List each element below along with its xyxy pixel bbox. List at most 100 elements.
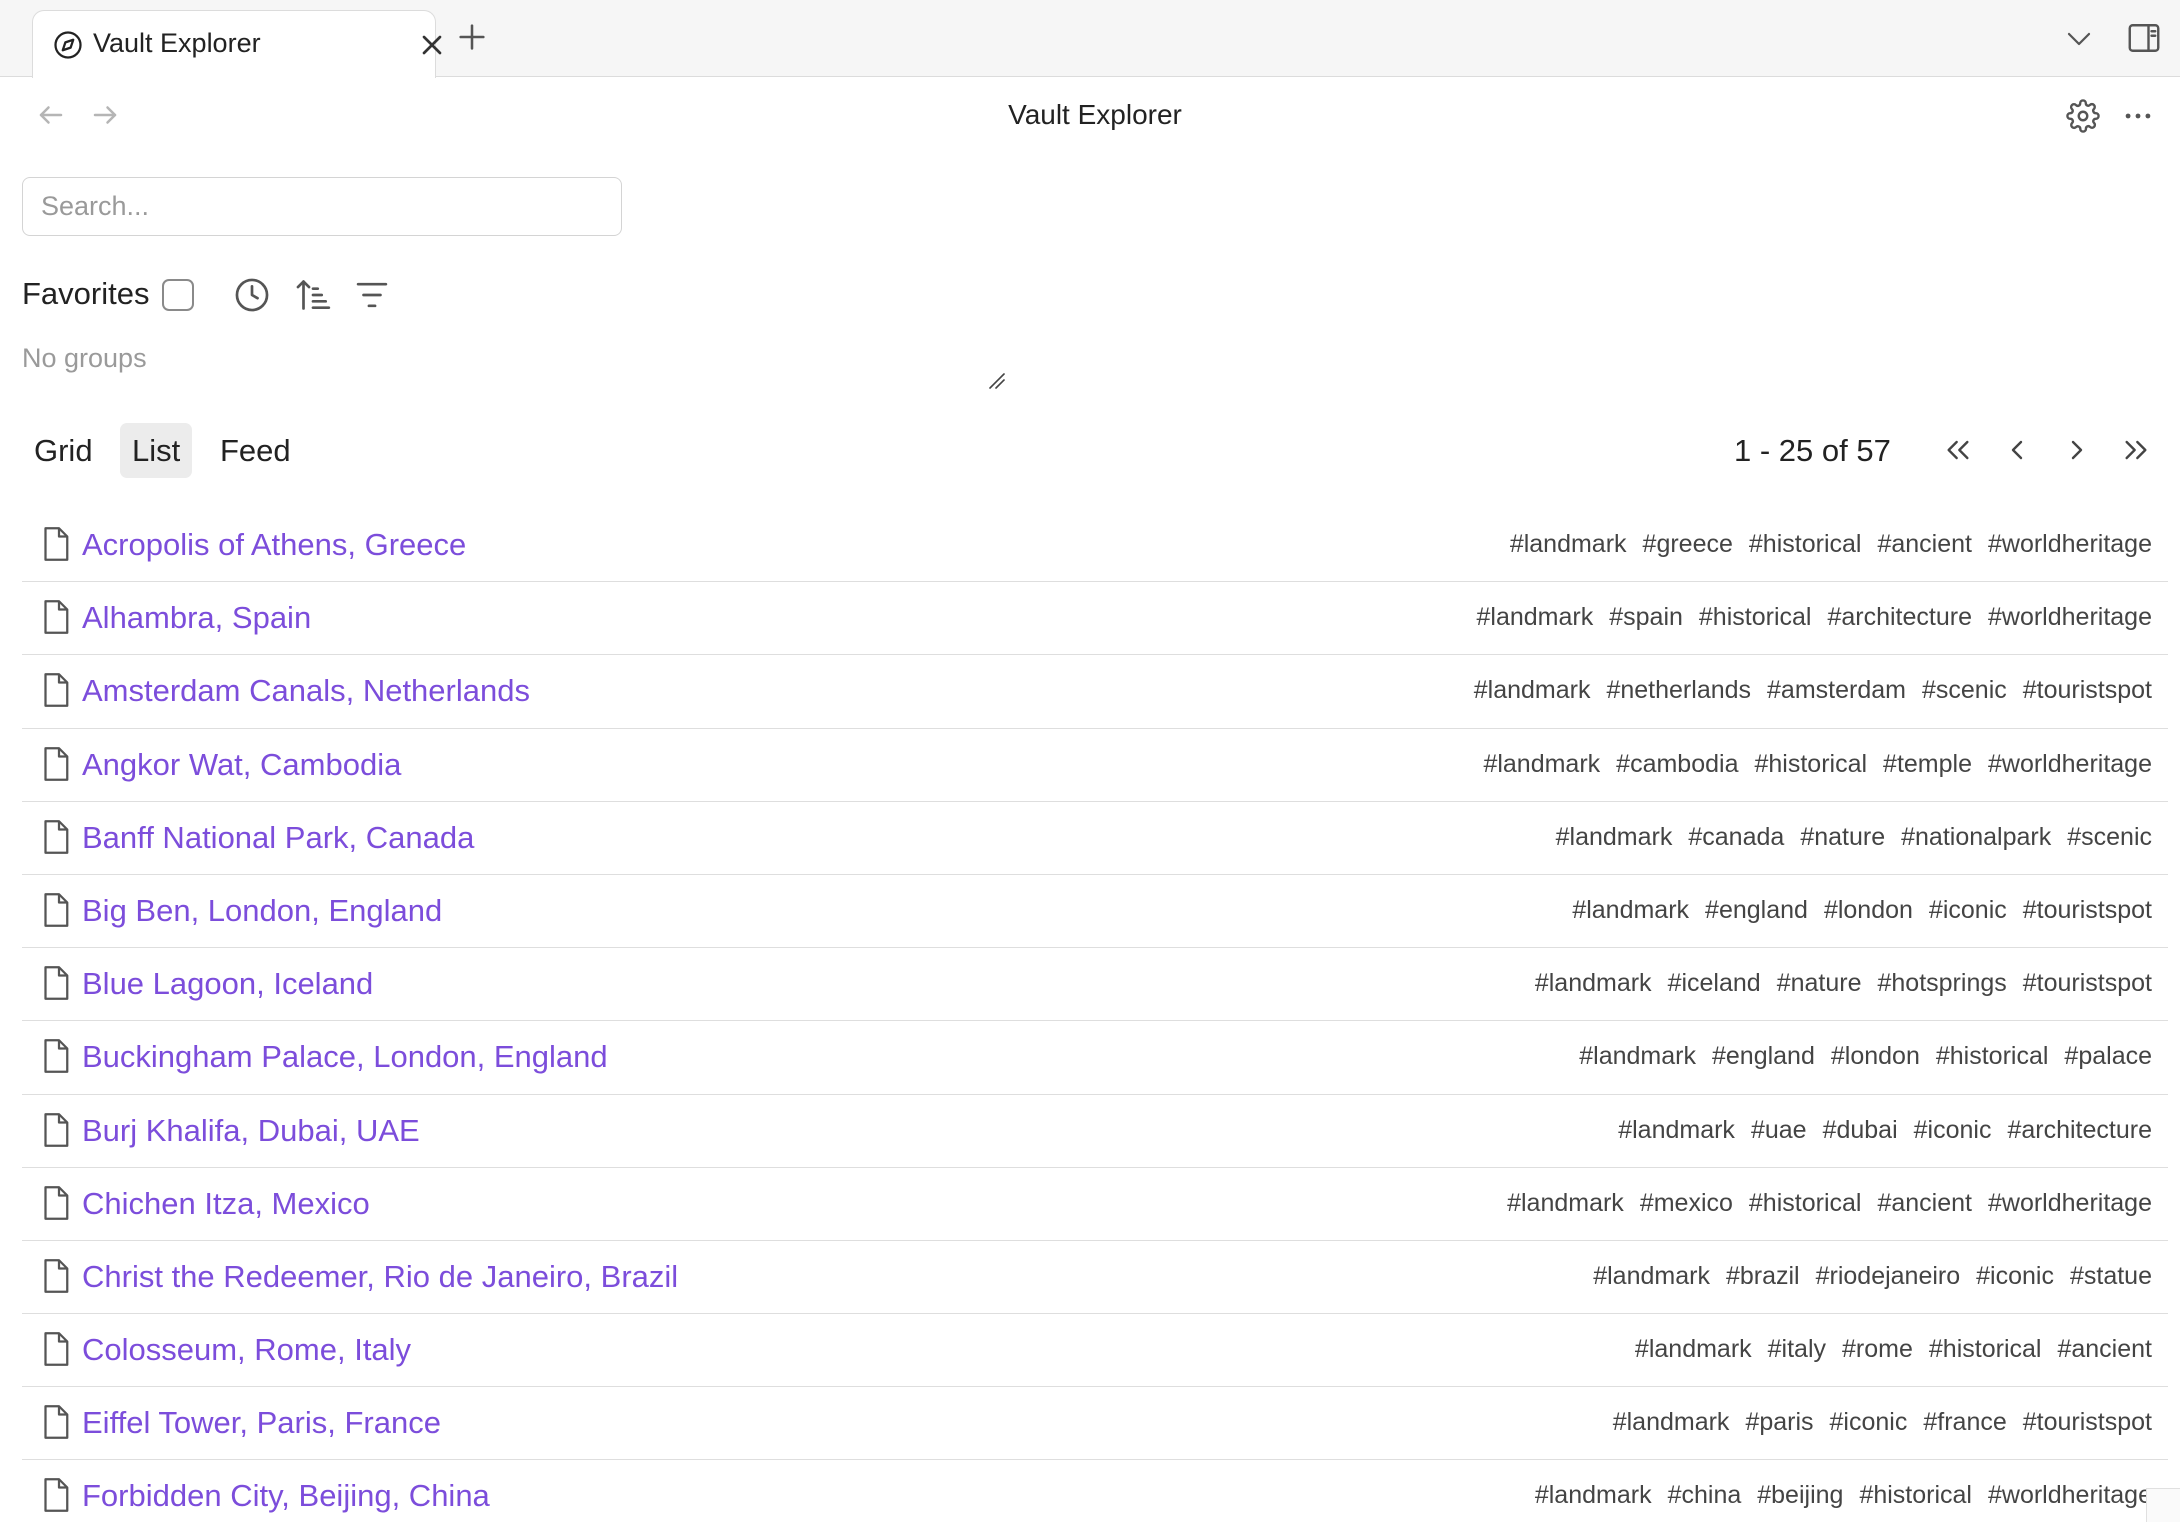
tab-vault-explorer[interactable]: Vault Explorer [32,10,442,78]
tag[interactable]: #scenic [1922,676,2007,705]
tag[interactable]: #mexico [1640,1189,1733,1218]
plus-icon[interactable] [455,20,489,54]
tag[interactable]: #landmark [1483,750,1600,779]
tag[interactable]: #worldheritage [1988,750,2152,779]
note-title-link[interactable]: Acropolis of Athens, Greece [82,527,466,563]
close-icon[interactable] [416,29,448,61]
tag[interactable]: #worldheritage [1988,530,2152,559]
note-title-link[interactable]: Big Ben, London, England [82,893,442,929]
tag[interactable]: #dubai [1823,1116,1898,1145]
tag[interactable]: #hotsprings [1878,969,2007,998]
tag[interactable]: #ancient [2057,1335,2152,1364]
tag[interactable]: #iconic [1830,1408,1908,1437]
note-title-link[interactable]: Buckingham Palace, London, England [82,1039,608,1075]
tag[interactable]: #iconic [1914,1116,1992,1145]
tag[interactable]: #nature [1777,969,1862,998]
note-title-link[interactable]: Alhambra, Spain [82,600,311,636]
search-input[interactable] [22,177,622,236]
tag[interactable]: #historical [1936,1042,2049,1071]
tag[interactable]: #england [1705,896,1808,925]
tag[interactable]: #landmark [1635,1335,1752,1364]
tag[interactable]: #landmark [1572,896,1689,925]
tag[interactable]: #landmark [1477,603,1594,632]
gear-icon[interactable] [2066,99,2100,133]
tag[interactable]: #nature [1800,823,1885,852]
tag[interactable]: #cambodia [1616,750,1738,779]
tag[interactable]: #italy [1768,1335,1826,1364]
tag[interactable]: #historical [1749,1189,1862,1218]
tag[interactable]: #brazil [1726,1262,1800,1291]
tag[interactable]: #worldheritage [1988,1189,2152,1218]
tag[interactable]: #landmark [1535,969,1652,998]
tag[interactable]: #iconic [1976,1262,2054,1291]
clock-icon[interactable] [233,276,271,314]
tag[interactable]: #landmark [1593,1262,1710,1291]
note-title-link[interactable]: Amsterdam Canals, Netherlands [82,673,530,709]
tag[interactable]: #amsterdam [1767,676,1906,705]
note-title-link[interactable]: Christ the Redeemer, Rio de Janeiro, Bra… [82,1259,678,1295]
tag[interactable]: #scenic [2067,823,2152,852]
tag[interactable]: #palace [2064,1042,2152,1071]
tag[interactable]: #historical [1749,530,1862,559]
note-title-link[interactable]: Chichen Itza, Mexico [82,1186,370,1222]
tag[interactable]: #worldheritage [1988,603,2152,632]
tag[interactable]: #rome [1842,1335,1913,1364]
tag[interactable]: #nationalpark [1901,823,2051,852]
chevrons-right-icon[interactable] [2120,434,2152,466]
note-title-link[interactable]: Blue Lagoon, Iceland [82,966,373,1002]
view-feed-button[interactable]: Feed [208,423,303,478]
tag[interactable]: #uae [1751,1116,1807,1145]
note-title-link[interactable]: Forbidden City, Beijing, China [82,1478,490,1514]
tag[interactable]: #beijing [1757,1481,1843,1510]
chevron-left-icon[interactable] [2001,434,2033,466]
tag[interactable]: #ancient [1877,530,1972,559]
tag[interactable]: #ancient [1877,1189,1972,1218]
tag[interactable]: #historical [1859,1481,1972,1510]
tag[interactable]: #worldheritage [1988,1481,2152,1510]
tag[interactable]: #landmark [1618,1116,1735,1145]
tag[interactable]: #iceland [1668,969,1761,998]
tag[interactable]: #france [1923,1408,2006,1437]
tag[interactable]: #greece [1643,530,1733,559]
tag[interactable]: #landmark [1507,1189,1624,1218]
filter-icon[interactable] [353,278,391,312]
favorites-checkbox[interactable] [162,279,194,311]
tag[interactable]: #spain [1609,603,1683,632]
note-title-link[interactable]: Eiffel Tower, Paris, France [82,1405,441,1441]
tag[interactable]: #landmark [1556,823,1673,852]
tag[interactable]: #architecture [2007,1116,2152,1145]
tag[interactable]: #touristspot [2023,1408,2152,1437]
tag[interactable]: #touristspot [2023,676,2152,705]
tag[interactable]: #landmark [1474,676,1591,705]
chevron-down-icon[interactable] [2064,22,2094,56]
tag[interactable]: #landmark [1613,1408,1730,1437]
tag[interactable]: #london [1824,896,1913,925]
tag[interactable]: #historical [1699,603,1812,632]
tag[interactable]: #canada [1688,823,1784,852]
tag[interactable]: #china [1668,1481,1742,1510]
tag[interactable]: #netherlands [1606,676,1751,705]
tag[interactable]: #touristspot [2023,969,2152,998]
chevron-right-icon[interactable] [2061,434,2093,466]
sort-ascending-icon[interactable] [294,276,332,314]
view-grid-button[interactable]: Grid [22,423,105,478]
tag[interactable]: #architecture [1827,603,1972,632]
more-horizontal-icon[interactable] [2120,99,2156,133]
view-list-button[interactable]: List [120,423,193,478]
tag[interactable]: #london [1831,1042,1920,1071]
tag[interactable]: #paris [1745,1408,1813,1437]
chevrons-left-icon[interactable] [1942,434,1974,466]
tag[interactable]: #landmark [1535,1481,1652,1510]
tag[interactable]: #riodejaneiro [1816,1262,1961,1291]
note-title-link[interactable]: Burj Khalifa, Dubai, UAE [82,1113,420,1149]
note-title-link[interactable]: Banff National Park, Canada [82,820,474,856]
resize-handle-icon[interactable] [988,372,1006,390]
tag[interactable]: #landmark [1579,1042,1696,1071]
note-title-link[interactable]: Colosseum, Rome, Italy [82,1332,411,1368]
tag[interactable]: #england [1712,1042,1815,1071]
tag[interactable]: #touristspot [2023,896,2152,925]
tag[interactable]: #historical [1929,1335,2042,1364]
note-title-link[interactable]: Angkor Wat, Cambodia [82,747,401,783]
tag[interactable]: #statue [2070,1262,2152,1291]
tag[interactable]: #landmark [1510,530,1627,559]
